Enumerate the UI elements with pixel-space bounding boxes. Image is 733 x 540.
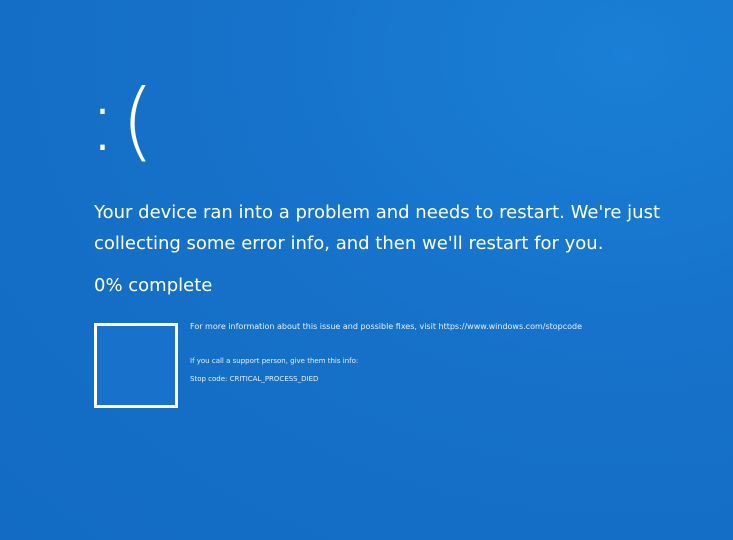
stop-code-text: Stop code: CRITICAL_PROCESS_DIED: [190, 375, 319, 383]
qr-code-icon: [94, 323, 178, 408]
progress-text: 0% complete: [94, 275, 213, 296]
blue-screen: :( Your device ran into a problem and ne…: [0, 0, 733, 540]
sad-face-emoticon: :(: [88, 71, 159, 171]
error-message: Your device ran into a problem and needs…: [94, 202, 661, 254]
support-text: If you call a support person, give them …: [190, 357, 359, 365]
more-info-text: For more information about this issue an…: [190, 322, 583, 331]
